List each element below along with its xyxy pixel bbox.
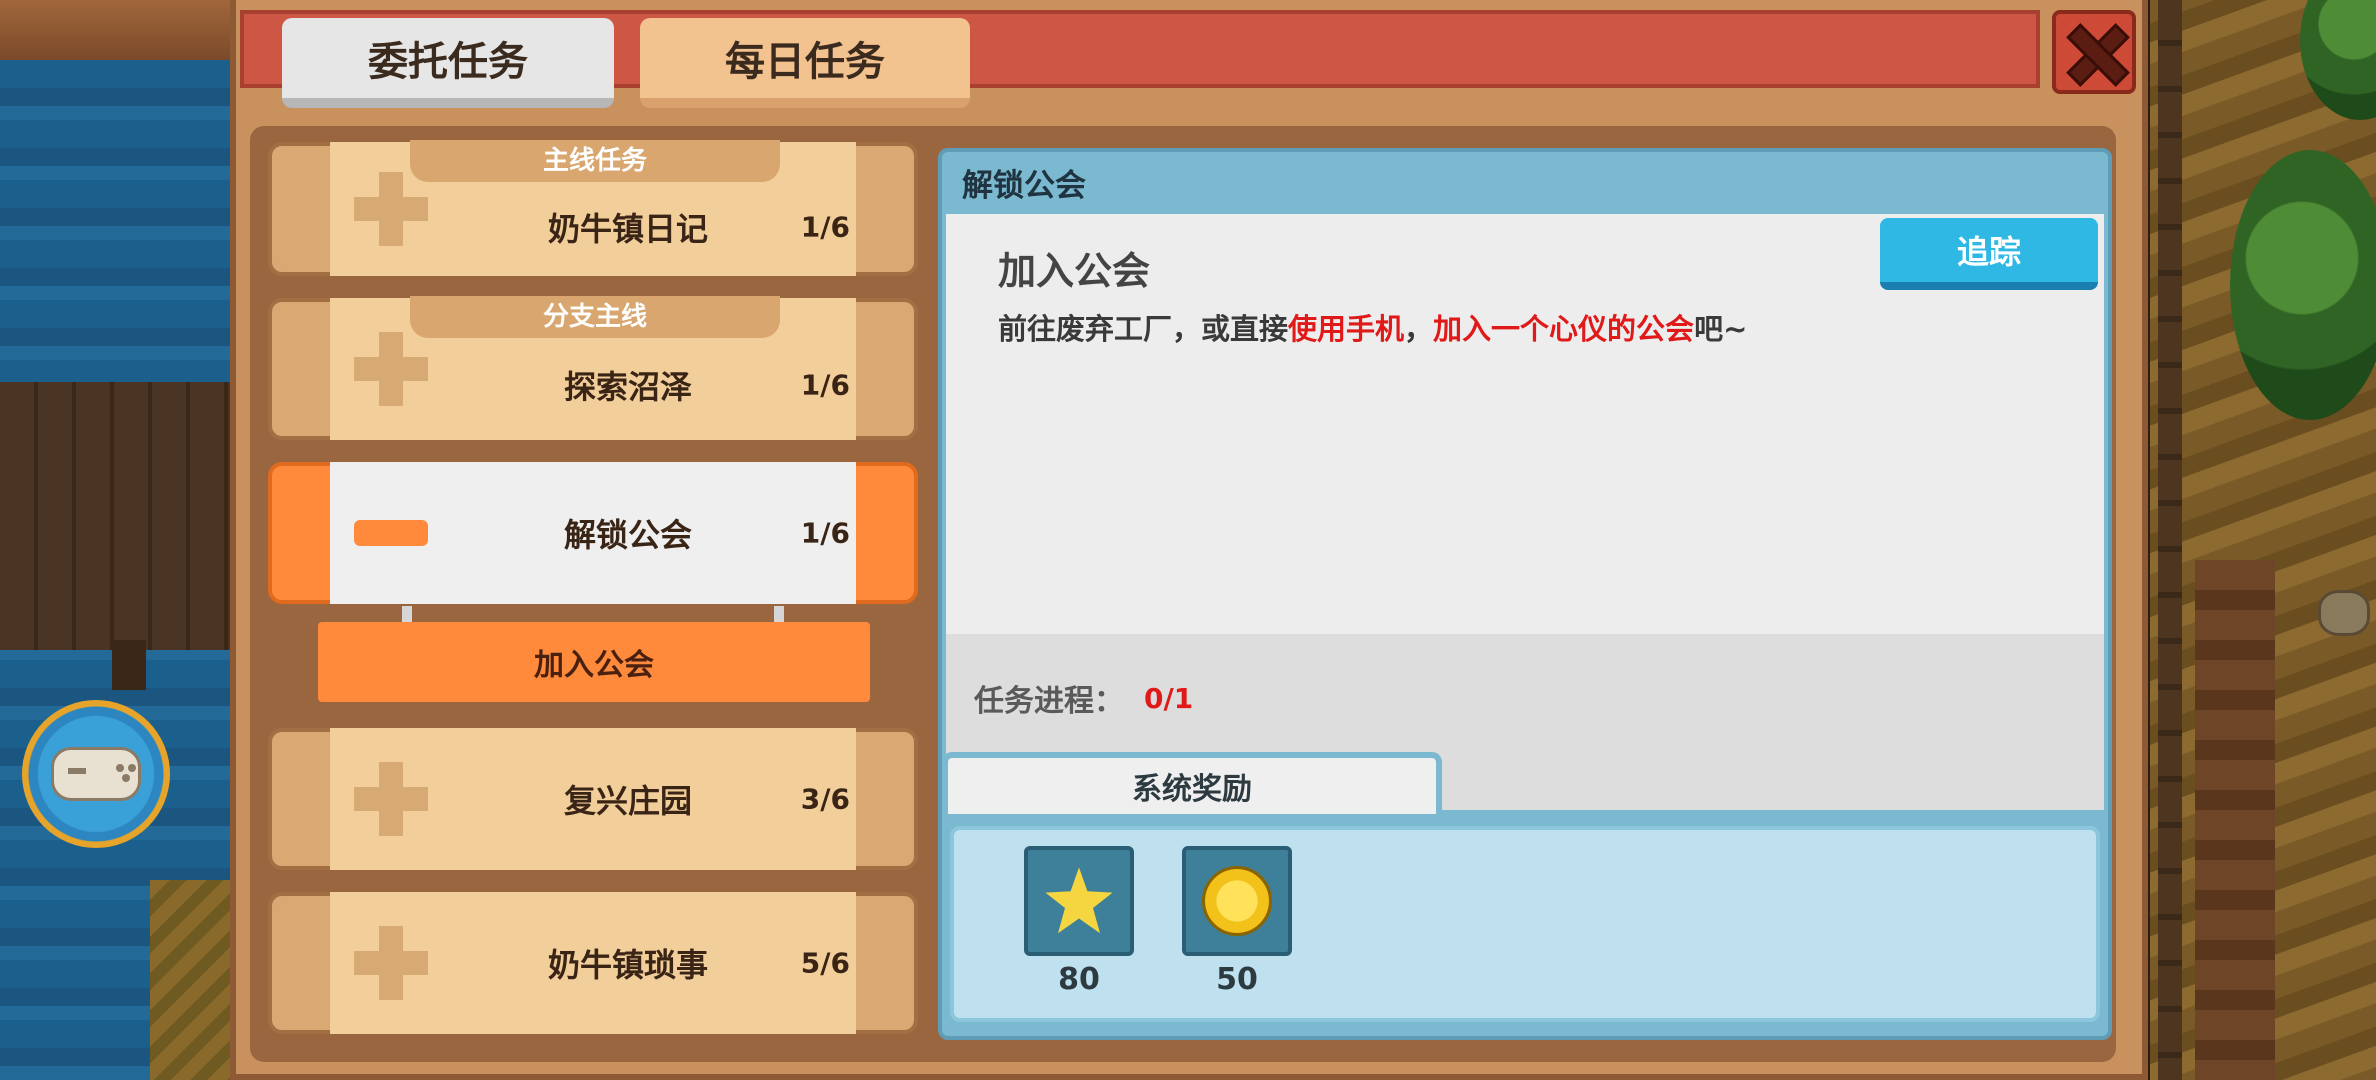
quest-progress: 1/6	[800, 210, 850, 244]
quest-category-tag: 分支主线	[410, 296, 780, 338]
progress-value: 0/1	[1144, 682, 1194, 715]
quest-item-cowtown-chores[interactable]: 奶牛镇琐事 5/6	[268, 892, 918, 1034]
fence	[2158, 0, 2182, 1080]
quest-progress: 5/6	[800, 946, 850, 980]
detail-title: 解锁公会	[962, 168, 1086, 204]
expand-plus-icon	[354, 332, 428, 406]
quest-item-unlock-guild[interactable]: 解锁公会 1/6	[268, 462, 918, 604]
reward-amount: 80	[1058, 962, 1100, 997]
reward-amount: 50	[1216, 962, 1258, 997]
shore	[0, 0, 260, 60]
detail-subtitle: 加入公会	[998, 249, 1151, 293]
tree	[2230, 150, 2376, 420]
quest-item-revive-manor[interactable]: 复兴庄园 3/6	[268, 728, 918, 870]
expand-plus-icon	[354, 762, 428, 836]
quest-progress: 1/6	[800, 516, 850, 550]
highlight-text: 使用手机	[1288, 312, 1405, 346]
expand-plus-icon	[354, 926, 428, 1000]
quest-name: 探索沼泽	[563, 368, 692, 407]
tree-stump	[2318, 590, 2370, 636]
quest-item-cowtown-diary[interactable]: 主线任务 奶牛镇日记 1/6	[268, 140, 918, 276]
quest-name: 奶牛镇日记	[547, 209, 708, 248]
quest-progress: 3/6	[800, 782, 850, 816]
highlight-text: 加入一个心仪的公会	[1433, 312, 1695, 346]
dock-post	[112, 640, 146, 690]
progress-label: 任务进程：	[974, 684, 1124, 719]
tab-daily[interactable]: 每日任务	[640, 18, 970, 108]
close-button[interactable]	[2052, 10, 2136, 94]
quest-name: 奶牛镇琐事	[547, 946, 708, 984]
reward-slot[interactable]	[1024, 846, 1134, 956]
quest-progress: 1/6	[800, 368, 850, 402]
expand-plus-icon	[354, 172, 428, 246]
detail-description: 前往废弃工厂，或直接使用手机，加入一个心仪的公会吧~	[998, 312, 1748, 346]
gamepad-button[interactable]	[22, 700, 170, 848]
coin-icon	[1202, 866, 1272, 936]
close-icon	[2066, 24, 2122, 80]
reward-slot[interactable]	[1182, 846, 1292, 956]
tab-commission[interactable]: 委托任务	[282, 18, 614, 108]
quest-name: 复兴庄园	[563, 782, 692, 820]
reward-tab: 系统奖励	[942, 752, 1442, 814]
cliff	[2195, 560, 2275, 1080]
star-icon	[1045, 867, 1113, 934]
quest-category-tag: 主线任务	[410, 140, 780, 182]
quest-name: 解锁公会	[563, 516, 692, 554]
quest-item-explore-swamp[interactable]: 分支主线 探索沼泽 1/6	[268, 296, 918, 440]
track-button[interactable]: 追踪	[1880, 218, 2098, 290]
collapse-minus-icon	[354, 520, 428, 546]
wooden-dock	[0, 382, 240, 650]
gamepad-icon	[51, 747, 141, 801]
subtask-join-guild[interactable]: 加入公会	[318, 622, 870, 702]
